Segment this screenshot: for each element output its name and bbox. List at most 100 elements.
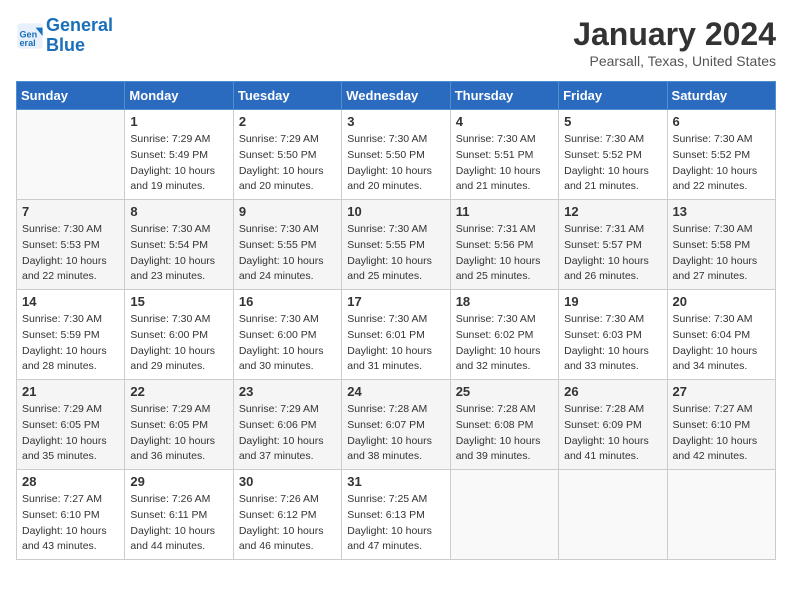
- day-cell: 30Sunrise: 7:26 AM Sunset: 6:12 PM Dayli…: [233, 470, 341, 560]
- day-number: 10: [347, 204, 444, 219]
- day-info: Sunrise: 7:27 AM Sunset: 6:10 PM Dayligh…: [673, 402, 770, 465]
- day-cell: 20 Sunrise: 7:30 AM Sunset: 6:04 PM Dayli…: [667, 290, 775, 380]
- day-cell: 29 Sunrise: 7:26 AM Sunset: 6:11 PM Dayli…: [125, 470, 233, 560]
- day-info: Sunrise: 7:30 AM Sunset: 5:54 PM Dayligh…: [130, 222, 227, 285]
- day-number: 6: [673, 114, 770, 129]
- day-cell: 14 Sunrise: 7:30 AM Sunset: 5:59 PM Dayli…: [17, 290, 125, 380]
- day-info: Sunrise: 7:30 AM Sunset: 5:58 PM Dayligh…: [673, 222, 770, 285]
- day-cell: 21 Sunrise: 7:29 AM Sunset: 6:05 PM Dayli…: [17, 380, 125, 470]
- day-cell: 9Sunrise: 7:30 AM Sunset: 5:55 PM Daylig…: [233, 200, 341, 290]
- day-number: 18: [456, 294, 553, 309]
- week-row-3: 14 Sunrise: 7:30 AM Sunset: 5:59 PM Dayli…: [17, 290, 776, 380]
- day-info: Sunrise: 7:28 AM Sunset: 6:09 PM Dayligh…: [564, 402, 661, 465]
- day-info: Sunrise: 7:30 AM Sunset: 5:59 PM Dayligh…: [22, 312, 119, 375]
- day-cell: 17 Sunrise: 7:30 AM Sunset: 6:01 PM Dayli…: [342, 290, 450, 380]
- logo-text: General Blue: [46, 16, 113, 56]
- logo-line2: Blue: [46, 35, 85, 55]
- day-number: 5: [564, 114, 661, 129]
- day-cell: [17, 110, 125, 200]
- day-number: 21: [22, 384, 119, 399]
- day-info: Sunrise: 7:30 AM Sunset: 5:51 PM Dayligh…: [456, 132, 553, 195]
- day-cell: 18Sunrise: 7:30 AM Sunset: 6:02 PM Dayli…: [450, 290, 558, 380]
- day-info: Sunrise: 7:25 AM Sunset: 6:13 PM Dayligh…: [347, 492, 444, 555]
- day-info: Sunrise: 7:30 AM Sunset: 5:55 PM Dayligh…: [239, 222, 336, 285]
- col-header-sunday: Sunday: [17, 82, 125, 110]
- day-number: 8: [130, 204, 227, 219]
- day-number: 17: [347, 294, 444, 309]
- day-info: Sunrise: 7:30 AM Sunset: 6:03 PM Dayligh…: [564, 312, 661, 375]
- day-info: Sunrise: 7:31 AM Sunset: 5:56 PM Dayligh…: [456, 222, 553, 285]
- day-info: Sunrise: 7:29 AM Sunset: 5:50 PM Dayligh…: [239, 132, 336, 195]
- col-header-thursday: Thursday: [450, 82, 558, 110]
- day-number: 12: [564, 204, 661, 219]
- day-number: 28: [22, 474, 119, 489]
- day-info: Sunrise: 7:30 AM Sunset: 5:52 PM Dayligh…: [673, 132, 770, 195]
- day-cell: 10 Sunrise: 7:30 AM Sunset: 5:55 PM Dayli…: [342, 200, 450, 290]
- day-number: 20: [673, 294, 770, 309]
- day-cell: 6 Sunrise: 7:30 AM Sunset: 5:52 PM Daylig…: [667, 110, 775, 200]
- day-info: Sunrise: 7:30 AM Sunset: 6:04 PM Dayligh…: [673, 312, 770, 375]
- day-number: 15: [130, 294, 227, 309]
- day-info: Sunrise: 7:30 AM Sunset: 5:52 PM Dayligh…: [564, 132, 661, 195]
- day-cell: [667, 470, 775, 560]
- day-cell: [450, 470, 558, 560]
- page-header: Gen eral General Blue January 2024 Pears…: [16, 16, 776, 69]
- day-number: 3: [347, 114, 444, 129]
- day-number: 22: [130, 384, 227, 399]
- day-cell: 25Sunrise: 7:28 AM Sunset: 6:08 PM Dayli…: [450, 380, 558, 470]
- calendar-table: SundayMondayTuesdayWednesdayThursdayFrid…: [16, 81, 776, 560]
- day-number: 24: [347, 384, 444, 399]
- day-cell: 8 Sunrise: 7:30 AM Sunset: 5:54 PM Daylig…: [125, 200, 233, 290]
- day-number: 13: [673, 204, 770, 219]
- day-number: 11: [456, 204, 553, 219]
- day-number: 27: [673, 384, 770, 399]
- day-info: Sunrise: 7:30 AM Sunset: 5:55 PM Dayligh…: [347, 222, 444, 285]
- day-cell: 27 Sunrise: 7:27 AM Sunset: 6:10 PM Dayli…: [667, 380, 775, 470]
- col-header-tuesday: Tuesday: [233, 82, 341, 110]
- day-number: 1: [130, 114, 227, 129]
- week-row-4: 21 Sunrise: 7:29 AM Sunset: 6:05 PM Dayli…: [17, 380, 776, 470]
- day-info: Sunrise: 7:27 AM Sunset: 6:10 PM Dayligh…: [22, 492, 119, 555]
- week-row-2: 7 Sunrise: 7:30 AM Sunset: 5:53 PM Daylig…: [17, 200, 776, 290]
- day-number: 4: [456, 114, 553, 129]
- day-info: Sunrise: 7:30 AM Sunset: 6:01 PM Dayligh…: [347, 312, 444, 375]
- day-number: 23: [239, 384, 336, 399]
- day-info: Sunrise: 7:29 AM Sunset: 6:05 PM Dayligh…: [22, 402, 119, 465]
- col-header-wednesday: Wednesday: [342, 82, 450, 110]
- day-info: Sunrise: 7:30 AM Sunset: 6:00 PM Dayligh…: [130, 312, 227, 375]
- svg-text:eral: eral: [20, 38, 36, 48]
- day-number: 26: [564, 384, 661, 399]
- day-number: 30: [239, 474, 336, 489]
- day-cell: 19 Sunrise: 7:30 AM Sunset: 6:03 PM Dayli…: [559, 290, 667, 380]
- day-cell: 5 Sunrise: 7:30 AM Sunset: 5:52 PM Daylig…: [559, 110, 667, 200]
- day-info: Sunrise: 7:29 AM Sunset: 5:49 PM Dayligh…: [130, 132, 227, 195]
- day-cell: 15 Sunrise: 7:30 AM Sunset: 6:00 PM Dayli…: [125, 290, 233, 380]
- day-cell: 23 Sunrise: 7:29 AM Sunset: 6:06 PM Dayli…: [233, 380, 341, 470]
- col-header-saturday: Saturday: [667, 82, 775, 110]
- title-block: January 2024 Pearsall, Texas, United Sta…: [573, 16, 776, 69]
- day-number: 14: [22, 294, 119, 309]
- day-number: 19: [564, 294, 661, 309]
- day-info: Sunrise: 7:31 AM Sunset: 5:57 PM Dayligh…: [564, 222, 661, 285]
- day-number: 7: [22, 204, 119, 219]
- day-cell: 16Sunrise: 7:30 AM Sunset: 6:00 PM Dayli…: [233, 290, 341, 380]
- col-header-monday: Monday: [125, 82, 233, 110]
- logo-line1: General: [46, 15, 113, 35]
- day-cell: 26 Sunrise: 7:28 AM Sunset: 6:09 PM Dayli…: [559, 380, 667, 470]
- week-row-1: 1 Sunrise: 7:29 AM Sunset: 5:49 PM Daylig…: [17, 110, 776, 200]
- logo: Gen eral General Blue: [16, 16, 113, 56]
- week-row-5: 28 Sunrise: 7:27 AM Sunset: 6:10 PM Dayli…: [17, 470, 776, 560]
- header-row: SundayMondayTuesdayWednesdayThursdayFrid…: [17, 82, 776, 110]
- day-cell: 13 Sunrise: 7:30 AM Sunset: 5:58 PM Dayli…: [667, 200, 775, 290]
- day-number: 16: [239, 294, 336, 309]
- location: Pearsall, Texas, United States: [573, 53, 776, 69]
- day-cell: 11 Sunrise: 7:31 AM Sunset: 5:56 PM Dayli…: [450, 200, 558, 290]
- day-info: Sunrise: 7:26 AM Sunset: 6:11 PM Dayligh…: [130, 492, 227, 555]
- day-info: Sunrise: 7:30 AM Sunset: 5:53 PM Dayligh…: [22, 222, 119, 285]
- day-number: 25: [456, 384, 553, 399]
- day-cell: 31Sunrise: 7:25 AM Sunset: 6:13 PM Dayli…: [342, 470, 450, 560]
- day-cell: 4 Sunrise: 7:30 AM Sunset: 5:51 PM Daylig…: [450, 110, 558, 200]
- day-cell: 24Sunrise: 7:28 AM Sunset: 6:07 PM Dayli…: [342, 380, 450, 470]
- day-info: Sunrise: 7:29 AM Sunset: 6:06 PM Dayligh…: [239, 402, 336, 465]
- day-number: 29: [130, 474, 227, 489]
